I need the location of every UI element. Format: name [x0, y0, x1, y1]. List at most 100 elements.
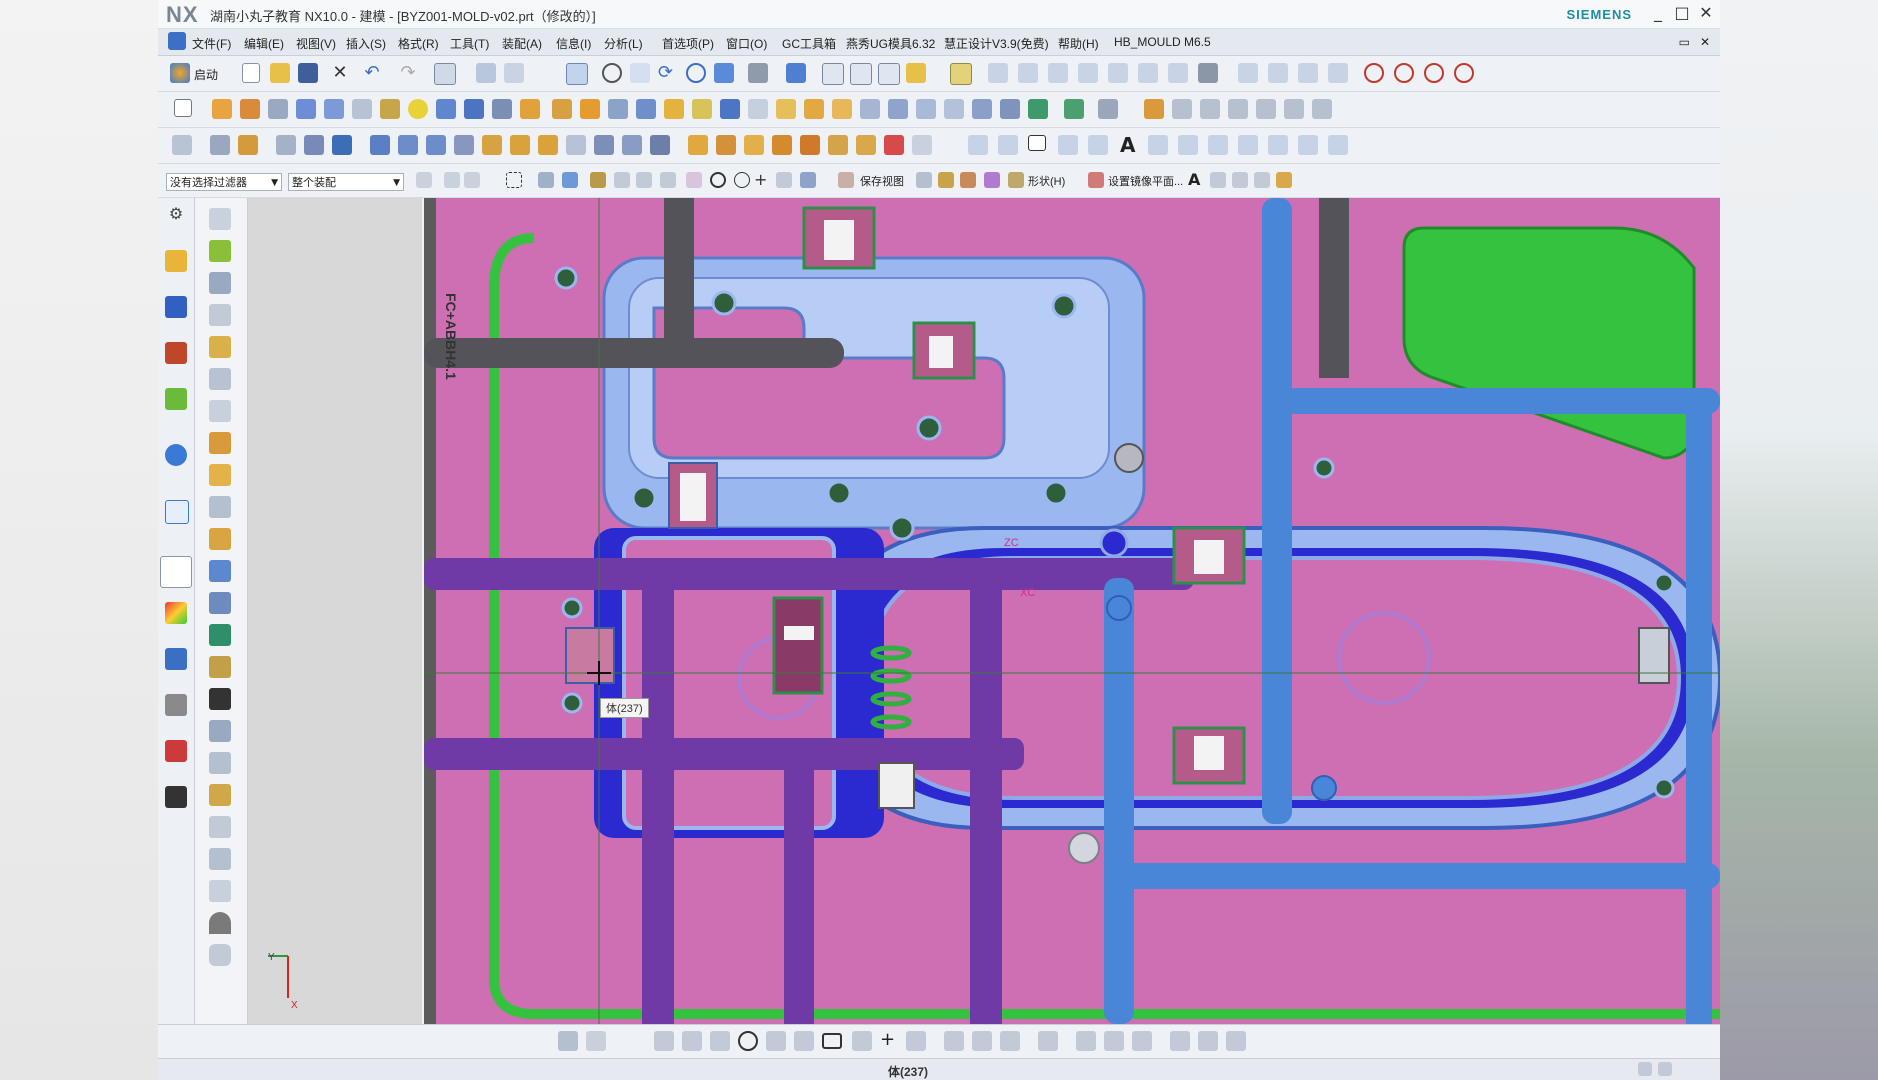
zoom-icon[interactable]	[602, 63, 622, 83]
selection-filter-dropdown[interactable]: 没有选择过滤器 ▼	[166, 173, 282, 191]
gear-icon[interactable]: ⚙	[165, 204, 187, 226]
manufacturing-wizard-icon[interactable]	[165, 694, 187, 716]
mirror-plane-icon[interactable]	[1088, 172, 1104, 188]
snap-grid-icon[interactable]	[558, 1031, 578, 1051]
tree-icon[interactable]	[209, 752, 231, 774]
slider-tool-icon[interactable]	[209, 560, 231, 582]
person-icon[interactable]	[209, 784, 231, 806]
draft-analysis-icon[interactable]	[1312, 99, 1332, 119]
shell-icon[interactable]	[804, 99, 824, 119]
rectangle-icon[interactable]	[1028, 135, 1046, 151]
fillet-wire-icon[interactable]	[1238, 135, 1258, 155]
hole-icon[interactable]	[268, 99, 288, 119]
trim-die-icon[interactable]	[800, 135, 820, 155]
parting-line-icon[interactable]	[454, 135, 474, 155]
network-icon[interactable]	[209, 720, 231, 742]
status-grid-icon[interactable]	[1638, 1062, 1652, 1076]
system-materials-icon[interactable]	[165, 602, 187, 624]
boss-icon[interactable]	[296, 99, 316, 119]
select-mode-icon[interactable]	[950, 63, 972, 85]
arc-icon[interactable]	[1394, 63, 1414, 83]
sketch-fillet-icon[interactable]	[766, 1031, 786, 1051]
menu-preferences[interactable]: 首选项(P)	[662, 35, 714, 52]
saved-view-icon[interactable]	[838, 172, 854, 188]
delete-face-icon[interactable]	[1098, 99, 1118, 119]
pad-icon[interactable]	[520, 99, 540, 119]
region-icon[interactable]	[398, 135, 418, 155]
menu-analysis[interactable]: 分析(L)	[604, 35, 643, 52]
project-init-icon[interactable]	[210, 135, 230, 155]
conic-icon[interactable]	[1454, 63, 1474, 83]
shrinkage-icon[interactable]	[276, 135, 296, 155]
frame-icon[interactable]	[209, 400, 231, 422]
minimize-button[interactable]: _	[1646, 2, 1670, 24]
wire-arc-icon[interactable]	[998, 135, 1018, 155]
pocket-mold-icon[interactable]	[828, 135, 848, 155]
hide-icon[interactable]	[960, 172, 976, 188]
orient-view-icon[interactable]	[686, 63, 706, 83]
undo-icon[interactable]: ↶	[362, 63, 382, 83]
annotation-text-icon[interactable]: A	[1188, 170, 1208, 190]
select-face-icon[interactable]	[538, 172, 554, 188]
redo-icon[interactable]: ↷	[398, 63, 418, 83]
parting-surface-icon[interactable]	[482, 135, 502, 155]
clipping-icon[interactable]	[916, 172, 932, 188]
polyline-icon[interactable]	[1058, 135, 1078, 155]
mirror-curve-icon[interactable]	[1268, 135, 1288, 155]
start-label[interactable]: 启动	[194, 66, 218, 83]
chamfer-icon[interactable]	[888, 99, 908, 119]
pull-face-icon[interactable]	[1064, 99, 1084, 119]
workpiece-icon[interactable]	[304, 135, 324, 155]
mold-base-icon[interactable]	[538, 135, 558, 155]
lifter-icon[interactable]	[209, 592, 231, 614]
unite-icon[interactable]	[636, 99, 656, 119]
menu-file[interactable]: 文件(F)	[192, 35, 231, 52]
sketch-polygon-icon[interactable]	[852, 1031, 872, 1051]
snap-control-icon[interactable]	[636, 172, 652, 188]
mirror-plane-label[interactable]: 设置镜像平面...	[1108, 173, 1183, 189]
sketch-project-icon[interactable]	[1198, 1031, 1218, 1051]
menu-gc-toolbox[interactable]: GC工具箱	[782, 35, 836, 52]
film-icon[interactable]	[209, 688, 231, 710]
iso-view-icon[interactable]	[878, 63, 900, 85]
box-icon[interactable]	[209, 336, 231, 358]
view-manager-icon[interactable]	[912, 135, 932, 155]
pen-icon[interactable]	[1254, 172, 1270, 188]
check-geometry-icon[interactable]	[1256, 99, 1276, 119]
snap-center-icon[interactable]	[686, 172, 702, 188]
ellipse-icon[interactable]	[1424, 63, 1444, 83]
slider-icon[interactable]	[622, 135, 642, 155]
rotate-icon[interactable]: ⟳	[658, 63, 678, 83]
sketch-trim-icon[interactable]	[944, 1031, 964, 1051]
electrode-icon[interactable]	[772, 135, 792, 155]
grid-tool-icon[interactable]	[209, 848, 231, 870]
insert-tool-icon[interactable]	[209, 624, 231, 646]
sketch-pattern-icon[interactable]	[1170, 1031, 1190, 1051]
gate-icon[interactable]	[688, 135, 708, 155]
runner-icon[interactable]	[716, 135, 736, 155]
assembly-scope-dropdown[interactable]: 整个装配 ▼	[288, 173, 404, 191]
eye-icon[interactable]	[209, 912, 231, 934]
intersect-icon[interactable]	[692, 99, 712, 119]
snap-mid-icon[interactable]	[614, 172, 630, 188]
transform-icon[interactable]	[476, 63, 496, 83]
edge-blend-icon[interactable]	[860, 99, 880, 119]
measure-distance-icon[interactable]	[1144, 99, 1164, 119]
divide-wire-icon[interactable]	[1208, 135, 1228, 155]
surface-patch-icon[interactable]	[426, 135, 446, 155]
ejector-pin-icon[interactable]	[594, 135, 614, 155]
copy-view-icon[interactable]	[1276, 172, 1292, 188]
mold-wizard-icon[interactable]	[172, 135, 192, 155]
extrude-icon[interactable]	[212, 99, 232, 119]
offset-face-icon[interactable]	[776, 99, 796, 119]
cone-icon[interactable]	[492, 99, 512, 119]
clock-icon[interactable]	[160, 556, 192, 588]
new-file-icon[interactable]	[242, 63, 260, 83]
grid-icon[interactable]	[1198, 63, 1218, 83]
sketch-point-icon[interactable]: +	[880, 1029, 900, 1050]
shaded-icon[interactable]	[748, 63, 768, 83]
sphere-icon[interactable]	[408, 99, 428, 119]
menu-huizheng-design[interactable]: 慧正设计V3.9(免费)	[944, 35, 1049, 52]
groove-icon[interactable]	[380, 99, 400, 119]
window-icon[interactable]	[434, 63, 456, 85]
